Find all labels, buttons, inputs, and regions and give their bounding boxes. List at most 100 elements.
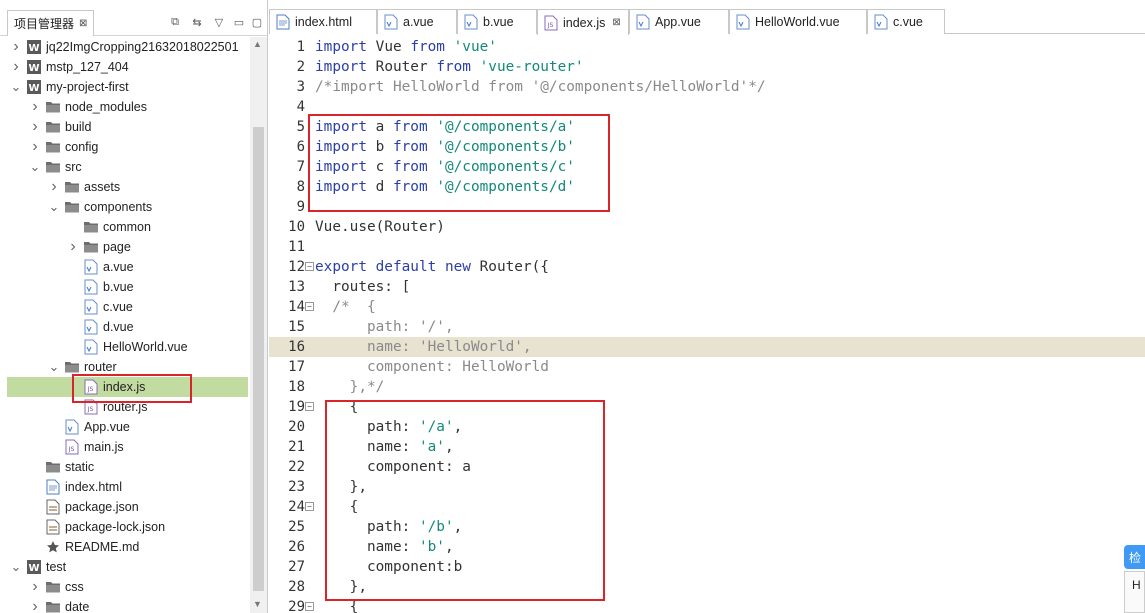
chevron-down-icon[interactable]: ⌄ [48, 357, 60, 377]
chevron-right-icon[interactable]: › [29, 597, 41, 613]
link-editor-icon[interactable]: ⇆ [190, 15, 204, 29]
tree-item-router[interactable]: ⌄ router [0, 357, 250, 377]
chevron-down-icon[interactable]: ⌄ [29, 157, 41, 177]
chevron-right-icon[interactable]: › [29, 117, 41, 137]
scroll-up-icon[interactable]: ▲ [253, 39, 262, 49]
tab-c-vue[interactable]: c.vue [867, 9, 945, 34]
tab-a-vue[interactable]: a.vue [377, 9, 457, 34]
code-line[interactable]: 21 name: 'a', [269, 437, 1145, 457]
code-line[interactable]: 1 import Vue from 'vue' [269, 37, 1145, 57]
tree-item-readme-md[interactable]: README.md [0, 537, 250, 557]
code-line[interactable]: 22 component: a [269, 457, 1145, 477]
tree-item-d-vue[interactable]: d.vue [0, 317, 250, 337]
chevron-right-icon[interactable]: › [48, 177, 60, 197]
tree-item-b-vue[interactable]: b.vue [0, 277, 250, 297]
chevron-down-icon[interactable]: ⌄ [48, 197, 60, 217]
tree-item-date[interactable]: › date [0, 597, 250, 613]
tree-item-package-lock-json[interactable]: package-lock.json [0, 517, 250, 537]
code-line[interactable]: 26 name: 'b', [269, 537, 1145, 557]
tab-index-js[interactable]: JS index.js ⊠ [537, 9, 629, 35]
scrollbar-thumb[interactable] [253, 127, 264, 591]
tree-item-static[interactable]: static [0, 457, 250, 477]
floating-side-widget[interactable]: 检 H [1124, 545, 1145, 613]
close-icon[interactable]: ⊠ [79, 18, 87, 29]
code-line[interactable]: 11 [269, 237, 1145, 257]
tree-item-router-js[interactable]: JS router.js [0, 397, 250, 417]
scroll-down-icon[interactable]: ▼ [253, 599, 262, 609]
code-line[interactable]: 7 import c from '@/components/c' [269, 157, 1145, 177]
tree-item-src[interactable]: ⌄ src [0, 157, 250, 177]
tree-item-node-modules[interactable]: › node_modules [0, 97, 250, 117]
code-line[interactable]: 29− { [269, 597, 1145, 613]
side-widget-button[interactable]: 检 [1124, 545, 1145, 569]
tab-b-vue[interactable]: b.vue [457, 9, 537, 34]
code-line[interactable]: 13 routes: [ [269, 277, 1145, 297]
chevron-right-icon[interactable]: › [29, 577, 41, 597]
tree-item-index-js[interactable]: JS index.js [7, 377, 248, 397]
code-line[interactable]: 8 import d from '@/components/d' [269, 177, 1145, 197]
project-explorer-tab[interactable]: 项目管理器 ⊠ [7, 10, 95, 36]
tree-item-index-html[interactable]: index.html [0, 477, 250, 497]
chevron-down-icon[interactable]: ⌄ [10, 557, 22, 577]
tree-item-helloworld-vue[interactable]: HelloWorld.vue [0, 337, 250, 357]
chevron-right-icon[interactable]: › [29, 137, 41, 157]
code-line[interactable]: 2 import Router from 'vue-router' [269, 57, 1145, 77]
code-line[interactable]: 12− export default new Router({ [269, 257, 1145, 277]
fold-toggle-icon[interactable]: − [305, 502, 314, 511]
chevron-right-icon[interactable]: › [67, 237, 79, 257]
code-line[interactable]: 18 },*/ [269, 377, 1145, 397]
folder-icon [83, 219, 99, 235]
code-line[interactable]: 24− { [269, 497, 1145, 517]
fold-toggle-icon[interactable]: − [305, 262, 314, 271]
tree-item-common[interactable]: common [0, 217, 250, 237]
view-menu-icon[interactable]: ▽ [212, 15, 226, 29]
code-line[interactable]: 23 }, [269, 477, 1145, 497]
code-area[interactable]: 1 import Vue from 'vue' 2 import Router fro… [269, 37, 1145, 613]
tree-item-build[interactable]: › build [0, 117, 250, 137]
tree-item-my-project-first[interactable]: ⌄ Wmy-project-first [0, 77, 250, 97]
code-line[interactable]: 17 component: HelloWorld [269, 357, 1145, 377]
fold-toggle-icon[interactable]: − [305, 302, 314, 311]
tree-item-components[interactable]: ⌄ components [0, 197, 250, 217]
tree-item-page[interactable]: › page [0, 237, 250, 257]
tree-item-assets[interactable]: › assets [0, 177, 250, 197]
fold-toggle-icon[interactable]: − [305, 602, 314, 611]
tree-item-css[interactable]: › css [0, 577, 250, 597]
code-line[interactable]: 28 }, [269, 577, 1145, 597]
code-line[interactable]: 10 Vue.use(Router) [269, 217, 1145, 237]
chevron-right-icon[interactable]: › [29, 97, 41, 117]
tree-item-jq22imgcropping21632018022501[interactable]: › Wjq22ImgCropping21632018022501 [0, 37, 250, 57]
minimize-icon[interactable]: ▭ [232, 15, 246, 29]
tree-item-main-js[interactable]: JS main.js [0, 437, 250, 457]
collapse-all-icon[interactable]: ⧉ [168, 15, 182, 29]
tab-helloworld-vue[interactable]: HelloWorld.vue [729, 9, 867, 34]
code-line[interactable]: 16 name: 'HelloWorld', [269, 337, 1145, 357]
code-line[interactable]: 25 path: '/b', [269, 517, 1145, 537]
tree-scrollbar[interactable]: ▲ ▼ [250, 37, 267, 613]
code-line[interactable]: 4 [269, 97, 1145, 117]
code-line[interactable]: 6 import b from '@/components/b' [269, 137, 1145, 157]
fold-toggle-icon[interactable]: − [305, 402, 314, 411]
code-line[interactable]: 9 [269, 197, 1145, 217]
tab-index-html[interactable]: index.html [269, 9, 377, 34]
chevron-right-icon[interactable]: › [10, 37, 22, 57]
maximize-icon[interactable]: ▢ [250, 15, 264, 29]
tab-app-vue[interactable]: App.vue [629, 9, 729, 34]
tree-item-c-vue[interactable]: c.vue [0, 297, 250, 317]
code-line[interactable]: 27 component:b [269, 557, 1145, 577]
tree-item-test[interactable]: ⌄ Wtest [0, 557, 250, 577]
close-tab-icon[interactable]: ⊠ [612, 17, 620, 28]
code-line[interactable]: 3 /*import HelloWorld from '@/components/… [269, 77, 1145, 97]
code-line[interactable]: 20 path: '/a', [269, 417, 1145, 437]
chevron-down-icon[interactable]: ⌄ [10, 77, 22, 97]
code-line[interactable]: 14− /* { [269, 297, 1145, 317]
tree-item-app-vue[interactable]: App.vue [0, 417, 250, 437]
code-line[interactable]: 19− { [269, 397, 1145, 417]
code-line[interactable]: 15 path: '/', [269, 317, 1145, 337]
code-line[interactable]: 5 import a from '@/components/a' [269, 117, 1145, 137]
chevron-right-icon[interactable]: › [10, 57, 22, 77]
tree-item-package-json[interactable]: package.json [0, 497, 250, 517]
tree-item-config[interactable]: › config [0, 137, 250, 157]
tree-item-mstp-127-404[interactable]: › Wmstp_127_404 [0, 57, 250, 77]
tree-item-a-vue[interactable]: a.vue [0, 257, 250, 277]
